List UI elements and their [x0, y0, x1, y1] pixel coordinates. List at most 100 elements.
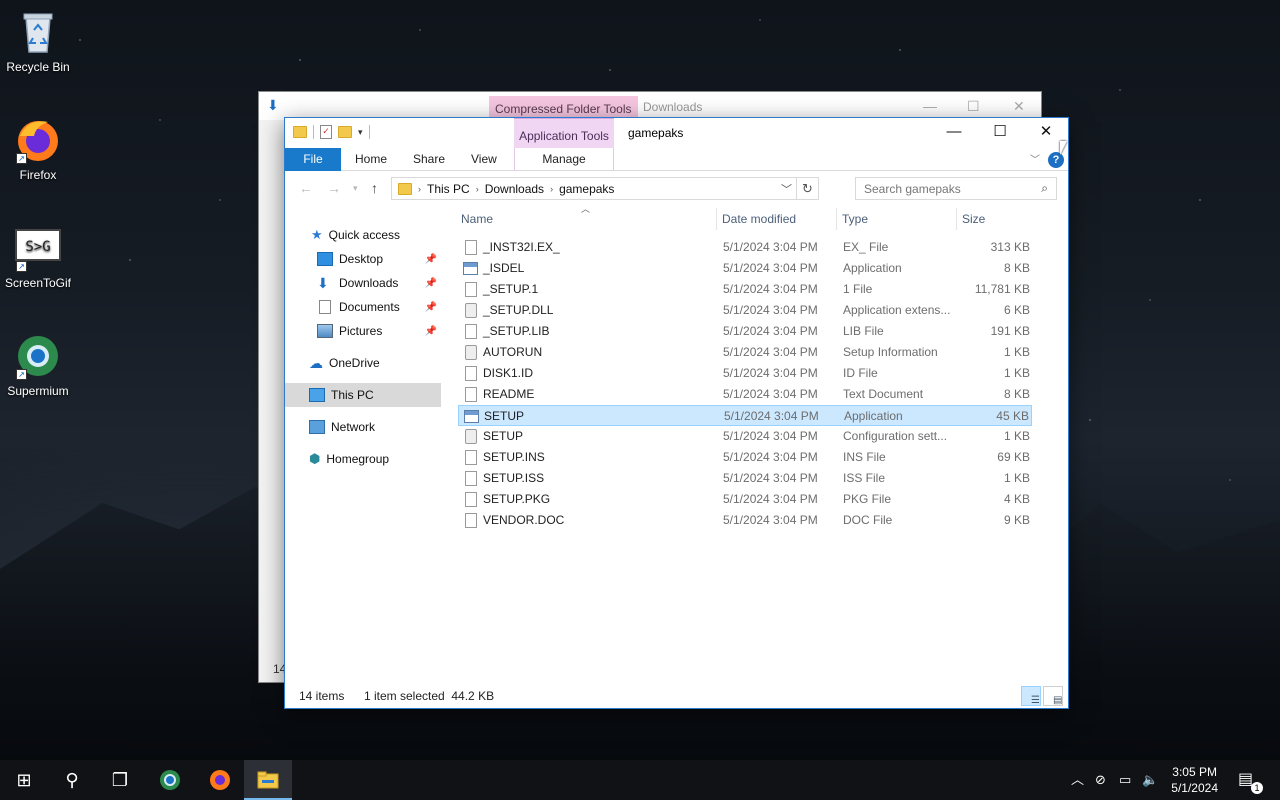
configuration-settings-icon: [465, 429, 477, 444]
minimize-button[interactable]: —: [931, 118, 977, 148]
nav-network[interactable]: Network: [285, 415, 441, 439]
column-header-date[interactable]: Date modified: [722, 212, 796, 226]
breadcrumb-gamepaks[interactable]: gamepaks: [559, 182, 614, 196]
tab-file[interactable]: File: [285, 148, 341, 171]
close-icon[interactable]: ✕: [1013, 98, 1025, 115]
file-row[interactable]: DISK1.ID 5/1/2024 3:04 PM ID File 1 KB: [458, 363, 1032, 384]
file-row[interactable]: _SETUP.DLL 5/1/2024 3:04 PM Application ex…: [458, 300, 1032, 321]
file-row[interactable]: _INST32I.EX_ 5/1/2024 3:04 PM EX_ File 313 …: [458, 237, 1032, 258]
file-explorer-icon: [257, 771, 279, 789]
file-row[interactable]: SETUP.PKG 5/1/2024 3:04 PM PKG File 4 KB: [458, 489, 1032, 510]
file-row[interactable]: SETUP.INS 5/1/2024 3:04 PM INS File 69 KB: [458, 447, 1032, 468]
status-selection: 1 item selected 44.2 KB: [364, 689, 495, 703]
search-placeholder: Search gamepaks: [864, 182, 961, 196]
file-date: 5/1/2024 3:04 PM: [723, 513, 818, 527]
network-disconnected-icon[interactable]: ⊘: [1095, 760, 1106, 800]
nav-downloads[interactable]: ⬇ Downloads 📌: [285, 271, 441, 295]
tab-home[interactable]: Home: [341, 148, 401, 171]
nav-desktop[interactable]: Desktop 📌: [285, 247, 441, 271]
task-view-button[interactable]: ❐: [96, 760, 144, 800]
context-tab-application-tools[interactable]: Application Tools: [514, 118, 614, 148]
explorer-window-gamepaks[interactable]: ✓ ▾ Application Tools gamepaks — ☐ ✕ Fil…: [284, 117, 1069, 709]
search-input[interactable]: Search gamepaks ⌕: [855, 177, 1057, 200]
expand-ribbon-chevron-icon[interactable]: ﹀: [1030, 151, 1040, 166]
nav-documents[interactable]: Documents 📌: [285, 295, 441, 319]
breadcrumb-separator-icon[interactable]: ›: [476, 184, 479, 194]
file-row[interactable]: SETUP.ISS 5/1/2024 3:04 PM ISS File 1 KB: [458, 468, 1032, 489]
pin-icon[interactable]: 📌: [425, 326, 437, 337]
desktop-icon-screentogif[interactable]: S>G ↗ ScreenToGif: [0, 224, 76, 290]
file-type: INS File: [843, 450, 886, 464]
onedrive-cloud-icon: ☁: [309, 354, 323, 371]
column-header-name[interactable]: Name: [461, 212, 493, 226]
nav-quick-access[interactable]: ★ Quick access: [285, 223, 441, 247]
breadcrumb-separator-icon[interactable]: ›: [418, 184, 421, 194]
back-arrow-icon[interactable]: ←: [299, 180, 313, 196]
pin-icon[interactable]: 📌: [425, 254, 437, 265]
action-center-icon[interactable]: ▤: [1238, 760, 1253, 800]
file-date: 5/1/2024 3:04 PM: [723, 450, 818, 464]
file-row-selected[interactable]: SETUP 5/1/2024 3:04 PM Application 45 KB: [458, 405, 1032, 426]
properties-icon[interactable]: ✓: [320, 125, 332, 139]
file-type: Application: [843, 261, 902, 275]
recent-locations-chevron-icon[interactable]: ▾: [353, 183, 358, 194]
tab-view[interactable]: View: [457, 148, 511, 171]
forward-arrow-icon[interactable]: →: [327, 180, 341, 196]
address-bar[interactable]: › This PC › Downloads › gamepaks ﹀ ↻: [391, 177, 819, 200]
customize-toolbar-chevron-icon[interactable]: ▾: [358, 127, 363, 138]
up-arrow-icon[interactable]: ↑: [371, 180, 378, 196]
taskbar-supermium[interactable]: [146, 760, 194, 800]
nav-homegroup[interactable]: ⬢ Homegroup: [285, 447, 441, 471]
taskbar: ⊞ ⚲ ❐ ︿ ⊘ ▭ 🔈 3:05 PM 5/1/2024 ▤ 1: [0, 760, 1280, 800]
file-name: _SETUP.1: [483, 282, 539, 296]
tab-share[interactable]: Share: [399, 148, 459, 171]
file-size: 6 KB: [1003, 303, 1030, 317]
clock-date: 5/1/2024: [1171, 781, 1218, 795]
search-button[interactable]: ⚲: [48, 760, 96, 800]
nav-onedrive[interactable]: ☁ OneDrive: [285, 351, 441, 375]
breadcrumb-downloads[interactable]: Downloads: [485, 182, 544, 196]
network-icon[interactable]: ▭: [1119, 760, 1131, 800]
file-row[interactable]: AUTORUN 5/1/2024 3:04 PM Setup Information…: [458, 342, 1032, 363]
shortcut-arrow-icon: ↗: [16, 153, 27, 164]
breadcrumb-separator-icon[interactable]: ›: [550, 184, 553, 194]
file-type: ISS File: [843, 471, 886, 485]
file-row[interactable]: _SETUP.1 5/1/2024 3:04 PM 1 File 11,781 KB: [458, 279, 1032, 300]
nav-label: This PC: [331, 388, 374, 402]
refresh-icon[interactable]: ↻: [796, 178, 818, 199]
title-bar[interactable]: ✓ ▾ Application Tools gamepaks — ☐ ✕: [285, 118, 1068, 148]
close-icon: ✕: [1039, 123, 1053, 140]
file-type: Application: [844, 409, 903, 423]
new-folder-icon[interactable]: [338, 126, 352, 138]
column-header-size[interactable]: Size: [962, 212, 985, 226]
maximize-icon[interactable]: ☐: [967, 98, 980, 115]
taskbar-firefox[interactable]: [196, 760, 244, 800]
column-header-type[interactable]: Type: [842, 212, 868, 226]
details-view-button[interactable]: ☰: [1021, 686, 1041, 706]
tab-manage[interactable]: Manage: [514, 148, 614, 171]
nav-this-pc[interactable]: This PC: [285, 383, 441, 407]
file-date: 5/1/2024 3:04 PM: [723, 366, 818, 380]
minimize-icon[interactable]: —: [923, 98, 937, 114]
file-row[interactable]: README 5/1/2024 3:04 PM Text Document 8 KB: [458, 384, 1032, 405]
breadcrumb-this-pc[interactable]: This PC: [427, 182, 470, 196]
file-row[interactable]: _ISDEL 5/1/2024 3:04 PM Application 8 KB: [458, 258, 1032, 279]
file-row[interactable]: _SETUP.LIB 5/1/2024 3:04 PM LIB File 191 KB: [458, 321, 1032, 342]
file-row[interactable]: SETUP 5/1/2024 3:04 PM Configuration sett.…: [458, 426, 1032, 447]
volume-muted-icon[interactable]: 🔈: [1142, 760, 1158, 800]
show-hidden-icons-chevron-icon[interactable]: ︿: [1071, 760, 1084, 800]
pin-icon[interactable]: 📌: [425, 302, 437, 313]
nav-pictures[interactable]: Pictures 📌: [285, 319, 441, 343]
start-button[interactable]: ⊞: [0, 760, 48, 800]
pin-icon[interactable]: 📌: [425, 278, 437, 289]
clock[interactable]: 3:05 PM 5/1/2024: [1171, 764, 1218, 796]
desktop-icon-supermium[interactable]: ↗ Supermium: [0, 332, 76, 398]
maximize-button[interactable]: ☐: [977, 118, 1023, 148]
large-icons-view-button[interactable]: ▤: [1043, 686, 1063, 706]
desktop-icon-recycle-bin[interactable]: Recycle Bin: [0, 8, 76, 74]
title-bar[interactable]: ⬇ Compressed Folder Tools Downloads — ☐ …: [259, 92, 1041, 120]
desktop-icon-firefox[interactable]: ↗ Firefox: [0, 116, 76, 182]
taskbar-file-explorer[interactable]: [244, 760, 292, 800]
file-row[interactable]: VENDOR.DOC 5/1/2024 3:04 PM DOC File 9 KB: [458, 510, 1032, 531]
address-dropdown-icon[interactable]: ﹀: [781, 181, 792, 197]
